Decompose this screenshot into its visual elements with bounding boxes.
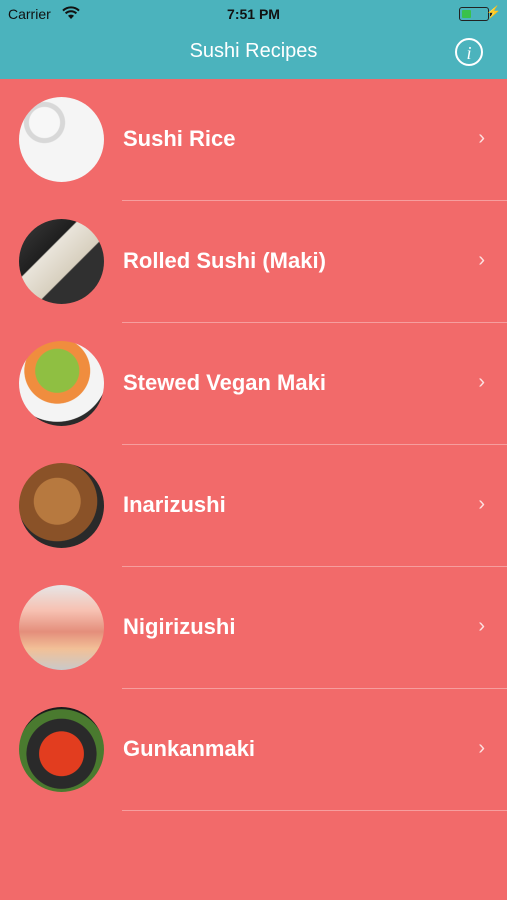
recipe-label: Rolled Sushi (Maki)	[123, 248, 326, 273]
recipe-label: Sushi Rice	[123, 126, 236, 151]
gunkanmaki-photo	[19, 707, 104, 792]
chevron-right-icon: ›	[478, 127, 485, 149]
battery-icon	[459, 7, 492, 21]
status-time: 7:51 PM	[227, 6, 280, 22]
recipe-row-inarizushi[interactable]: Inarizushi ›	[0, 445, 507, 567]
chevron-right-icon: ›	[478, 371, 485, 393]
page-title: Sushi Recipes	[189, 40, 318, 62]
recipe-label: Stewed Vegan Maki	[123, 370, 326, 395]
row-separator	[122, 810, 507, 811]
recipe-list: Sushi Rice › Rolled Sushi (Maki) › Stewe…	[0, 79, 507, 811]
recipe-row-rolled-sushi[interactable]: Rolled Sushi (Maki) ›	[0, 201, 507, 323]
vegan-maki-photo	[19, 341, 104, 426]
recipe-label: Nigirizushi	[123, 614, 236, 639]
nigirizushi-photo	[19, 585, 104, 670]
chevron-right-icon: ›	[478, 493, 485, 515]
recipe-label: Inarizushi	[123, 492, 226, 517]
recipe-label: Gunkanmaki	[123, 736, 256, 761]
charging-icon: ⚡	[486, 5, 501, 19]
sushi-rice-photo	[19, 97, 104, 182]
recipe-row-sushi-rice[interactable]: Sushi Rice ›	[0, 79, 507, 201]
status-bar: Carrier 7:51 PM ⚡	[0, 0, 507, 28]
maki-photo	[19, 219, 104, 304]
recipe-row-nigirizushi[interactable]: Nigirizushi ›	[0, 567, 507, 689]
chevron-right-icon: ›	[478, 249, 485, 271]
chevron-right-icon: ›	[478, 615, 485, 637]
info-icon: i	[466, 43, 472, 63]
recipe-row-gunkanmaki[interactable]: Gunkanmaki ›	[0, 689, 507, 811]
chevron-right-icon: ›	[478, 737, 485, 759]
info-button[interactable]: i	[455, 38, 483, 66]
inarizushi-photo	[19, 463, 104, 548]
recipe-row-stewed-vegan-maki[interactable]: Stewed Vegan Maki ›	[0, 323, 507, 445]
navigation-bar: Sushi Recipes i	[0, 28, 507, 79]
